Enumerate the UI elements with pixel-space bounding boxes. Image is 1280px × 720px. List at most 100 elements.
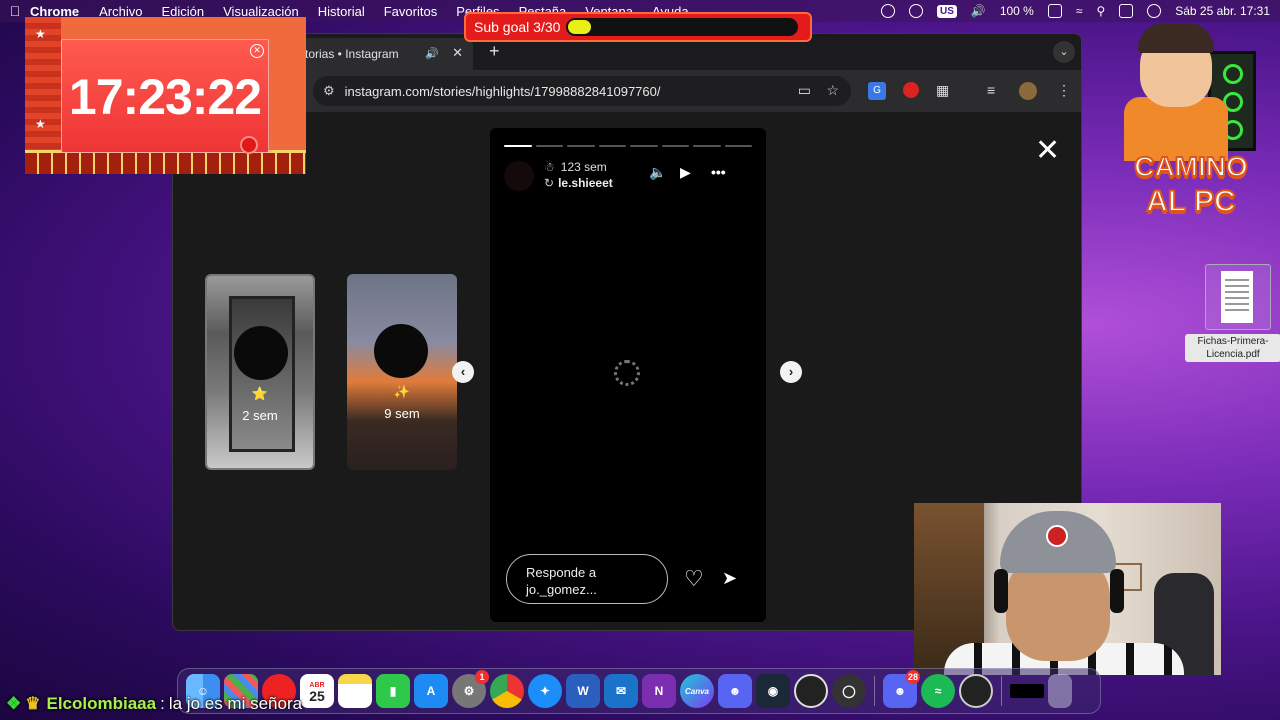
obs-icon[interactable] — [794, 674, 828, 708]
timer-pin-icon — [240, 136, 258, 154]
close-viewer-icon[interactable]: ✕ — [1035, 136, 1060, 166]
battery-text[interactable]: 100 % — [1000, 4, 1034, 18]
owner-avatar-icon: ☃ — [544, 160, 555, 174]
thumbnail-avatar — [234, 326, 288, 380]
dock-separator — [1001, 676, 1002, 706]
system-settings-icon[interactable]: ⚙ 1 — [452, 670, 489, 708]
battery-icon[interactable] — [1047, 4, 1062, 18]
tab-title: torias • Instagram — [305, 47, 399, 61]
thumbnail-avatar — [374, 324, 428, 378]
timer-value: 17:23:22 — [68, 69, 262, 125]
chat-message: ❖ ♛ Elcolombiaaa : la jo es mi señora — [6, 692, 302, 716]
menu-favoritos[interactable]: Favoritos — [384, 4, 437, 19]
like-heart-icon[interactable]: ♡ — [684, 566, 704, 592]
url-text[interactable]: instagram.com/stories/highlights/1799888… — [345, 84, 661, 99]
safari-icon[interactable]: ✦ — [528, 674, 562, 708]
new-tab-button[interactable]: + — [489, 41, 500, 62]
camera-app-icon[interactable]: ◯ — [832, 674, 866, 708]
beanie-logo-icon — [1046, 525, 1068, 547]
tab-search-button[interactable]: ⌄ — [1053, 41, 1075, 63]
volume-icon[interactable]: 🔊 — [971, 4, 986, 18]
notes-icon[interactable] — [338, 674, 372, 708]
install-app-icon[interactable]: ▭ — [798, 82, 811, 99]
story-progress-segment — [504, 145, 532, 147]
thumbnail-emoji: ✨ — [393, 384, 411, 399]
canva-icon[interactable]: Canva — [680, 674, 714, 708]
site-settings-icon[interactable]: ⚙ — [323, 83, 335, 99]
thumbnail-emoji: ⭐ — [251, 386, 269, 401]
bookmark-star-icon[interactable]: ☆ — [826, 82, 839, 99]
desktop-file-icon[interactable] — [1205, 264, 1271, 330]
spotlight-icon[interactable]: ⚲ — [1096, 4, 1105, 18]
play-icon[interactable]: ▶ — [680, 164, 691, 181]
profile-avatar[interactable] — [1019, 82, 1037, 100]
sub-goal-widget: Sub goal 3/30 — [464, 12, 812, 42]
dock-separator — [874, 676, 875, 706]
pixel-star-icon: ★ — [35, 117, 46, 131]
chat-badge-icon: ❖ — [6, 694, 22, 713]
story-time: ☃ 123 sem — [544, 160, 607, 174]
chrome-icon[interactable] — [490, 674, 524, 708]
minimized-window-icon[interactable] — [1010, 684, 1044, 698]
story-progress-segment — [567, 145, 595, 147]
mute-icon[interactable]: 🔈 — [649, 164, 666, 181]
browser-menu-icon[interactable]: ⋮ — [1057, 82, 1071, 99]
desktop-file-name[interactable]: Fichas-Primera-Licencia.pdf — [1185, 334, 1280, 362]
story-progress-segment — [535, 145, 563, 147]
address-bar[interactable]: ⚙ instagram.com/stories/highlights/17998… — [313, 76, 851, 106]
reply-placeholder-line1: Responde a — [526, 565, 597, 580]
story-username[interactable]: ↻ le.shieeet — [544, 176, 613, 190]
repost-icon: ↻ — [544, 176, 555, 190]
steam-icon[interactable]: ◉ — [756, 674, 790, 708]
wifi-icon[interactable]: ≈ — [1076, 4, 1083, 18]
spotify-icon[interactable]: ≈ — [921, 674, 955, 708]
headphone-icon — [994, 569, 1008, 613]
obs-running-icon[interactable] — [959, 674, 993, 708]
timer-card: ✕ 17:23:22 — [61, 39, 269, 154]
next-story-button[interactable]: › — [780, 361, 802, 383]
story-thumbnail[interactable]: ✨ 9 sem — [347, 274, 457, 470]
story-username-text[interactable]: le.shieeet — [558, 176, 613, 190]
pdf-document-icon — [1221, 271, 1253, 323]
channel-logo: CAMINO AL PC — [1116, 15, 1266, 227]
media-controls-icon[interactable]: ≡ — [987, 82, 995, 98]
reply-input[interactable]: Responde a jo._gomez... — [506, 554, 668, 604]
active-story[interactable]: ☃ 123 sem ↻ le.shieeet 🔈 ▶ ••• Responde a … — [490, 128, 766, 622]
outlook-icon[interactable]: ✉ — [604, 674, 638, 708]
sub-goal-label: Sub goal 3/30 — [474, 19, 561, 35]
previous-story-button[interactable]: ‹ — [452, 361, 474, 383]
reply-placeholder-line2: jo._gomez... — [526, 582, 597, 597]
onenote-icon[interactable]: N — [642, 674, 676, 708]
calendar-day: 25 — [309, 688, 325, 704]
play-status-icon[interactable] — [908, 4, 923, 18]
tab-audio-icon[interactable]: 🔊 — [425, 47, 439, 60]
story-progress-segment — [661, 145, 689, 147]
tab-close-icon[interactable]: ✕ — [452, 45, 463, 61]
word-icon[interactable]: W — [566, 674, 600, 708]
share-send-icon[interactable]: ➤ — [722, 568, 737, 589]
extensions-puzzle-icon[interactable]: ▦ — [936, 82, 949, 99]
timer-close-icon[interactable]: ✕ — [250, 44, 264, 58]
logo-text-line1: CAMINO — [1133, 150, 1249, 183]
trash-icon[interactable] — [1048, 674, 1072, 708]
extension-red-icon[interactable] — [903, 82, 919, 98]
thumbnail-age: 2 sem — [242, 408, 278, 423]
discord-running-icon[interactable]: ☻ 28 — [883, 670, 920, 708]
calendar-icon[interactable]: ABR 25 — [300, 674, 334, 708]
more-options-icon[interactable]: ••• — [711, 164, 726, 180]
input-source-badge[interactable]: US — [936, 4, 957, 18]
discord-badge: 28 — [905, 670, 920, 684]
google-translate-icon[interactable]: G — [868, 82, 886, 100]
tab-instagram[interactable]: torias • Instagram 🔊 ✕ — [281, 38, 473, 70]
story-progress-segment — [630, 145, 658, 147]
app-store-icon[interactable]: A — [414, 674, 448, 708]
menu-historial[interactable]: Historial — [318, 4, 365, 19]
story-avatar[interactable] — [504, 161, 534, 191]
pixel-star-icon: ★ — [35, 27, 46, 41]
record-icon[interactable] — [880, 4, 895, 18]
discord-icon[interactable]: ☻ — [718, 674, 752, 708]
facetime-icon[interactable]: ▮ — [376, 674, 410, 708]
settings-badge: 1 — [475, 670, 489, 684]
story-thumbnail[interactable]: ⭐ 2 sem — [205, 274, 315, 470]
webcam-feed — [914, 503, 1221, 675]
